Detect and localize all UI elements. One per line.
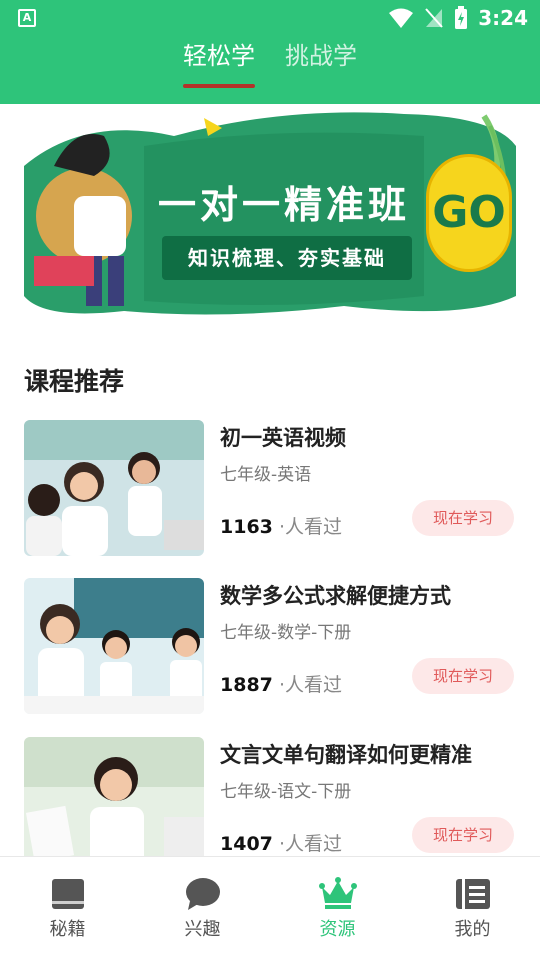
view-count: 1887 xyxy=(220,674,273,696)
course-item[interactable]: 初一英语视频 七年级-英语 1163 ·人看过 现在学习 xyxy=(24,420,516,556)
nav-item-resources[interactable]: 资源 xyxy=(270,857,405,960)
crown-icon xyxy=(318,877,357,909)
learn-now-button[interactable]: 现在学习 xyxy=(412,658,514,694)
course-grade: 七年级-数学-下册 xyxy=(220,623,352,643)
course-title: 初一英语视频 xyxy=(220,426,346,450)
signal-off-icon xyxy=(425,8,443,28)
course-thumbnail xyxy=(24,578,204,714)
view-count: 1163 xyxy=(220,516,273,538)
book-icon xyxy=(51,879,84,909)
view-count: 1407 xyxy=(220,833,273,855)
course-thumbnail xyxy=(24,420,204,556)
banner-go-button[interactable]: GO xyxy=(426,154,512,272)
course-views: 1407 ·人看过 xyxy=(220,829,342,856)
nav-item-interests[interactable]: 兴趣 xyxy=(135,857,270,960)
status-icons: 3:24 xyxy=(388,4,528,32)
course-views: 1163 ·人看过 xyxy=(220,512,342,539)
course-grade: 七年级-语文-下册 xyxy=(220,782,352,802)
course-item[interactable]: 数学多公式求解便捷方式 七年级-数学-下册 1887 ·人看过 现在学习 xyxy=(24,578,516,714)
nav-label: 兴趣 xyxy=(184,919,221,940)
view-suffix: ·人看过 xyxy=(278,516,342,538)
banner-title: 一对一精准班 xyxy=(158,183,411,227)
nav-item-mine[interactable]: 我的 xyxy=(405,857,540,960)
app-notification-icon: A xyxy=(18,9,36,27)
banner-subtitle: 知识梳理、夯实基础 xyxy=(162,236,412,280)
learn-now-button[interactable]: 现在学习 xyxy=(412,500,514,536)
status-bar: A 3:24 xyxy=(0,0,540,36)
tab-challenge-learn[interactable]: 挑战学 xyxy=(285,36,357,88)
promo-banner[interactable]: 一对一精准班 知识梳理、夯实基础 GO xyxy=(24,106,516,320)
tab-easy-learn[interactable]: 轻松学 xyxy=(183,36,255,88)
nav-label: 秘籍 xyxy=(49,919,86,940)
course-title: 数学多公式求解便捷方式 xyxy=(220,584,451,608)
course-thumbnail xyxy=(24,737,204,856)
wifi-icon xyxy=(389,8,414,28)
course-views: 1887 ·人看过 xyxy=(220,670,342,697)
status-time: 3:24 xyxy=(478,6,528,30)
battery-charging-icon xyxy=(455,6,468,29)
chat-bubble-icon xyxy=(185,878,220,910)
top-tabs: 轻松学 挑战学 xyxy=(0,36,540,104)
course-grade: 七年级-英语 xyxy=(220,465,312,485)
section-title: 课程推荐 xyxy=(24,367,125,396)
view-suffix: ·人看过 xyxy=(278,674,342,696)
nav-label: 资源 xyxy=(319,919,356,940)
nav-label: 我的 xyxy=(454,919,491,940)
profile-list-icon xyxy=(455,879,490,909)
learn-now-button[interactable]: 现在学习 xyxy=(412,817,514,853)
bottom-navigation: 秘籍 兴趣 资源 我的 xyxy=(0,856,540,960)
view-suffix: ·人看过 xyxy=(278,833,342,855)
app-header: A 3:24 轻松学 挑战学 xyxy=(0,0,540,104)
course-item[interactable]: 文言文单句翻译如何更精准 七年级-语文-下册 1407 ·人看过 现在学习 xyxy=(24,737,516,856)
nav-item-secrets[interactable]: 秘籍 xyxy=(0,857,135,960)
course-title: 文言文单句翻译如何更精准 xyxy=(220,743,472,767)
